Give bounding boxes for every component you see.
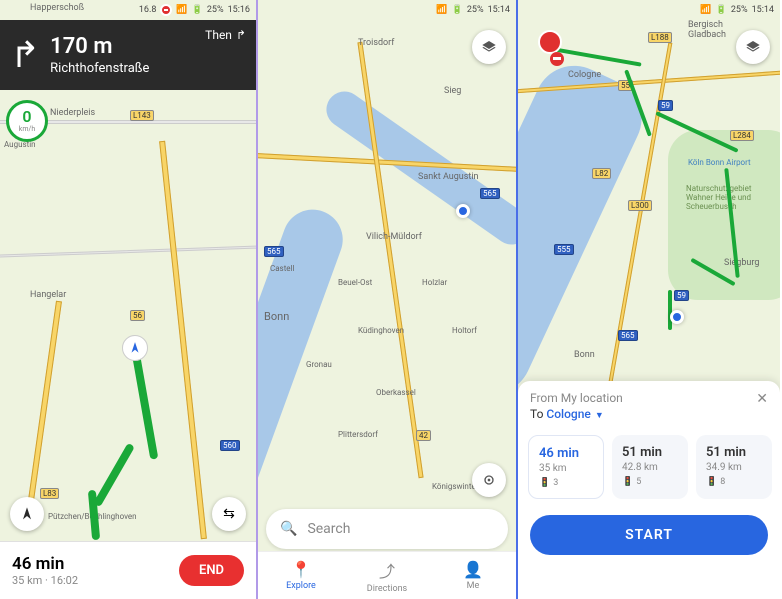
locate-me-button[interactable] [472,463,506,497]
map-label: Sankt Augustin [418,172,479,182]
option-duration: 51 min [706,445,762,460]
start-navigation-button[interactable]: START [530,515,768,555]
speed-unit: km/h [19,125,35,133]
next-turn-street: Richthofenstraße [50,61,246,76]
road-shield: 565 [618,330,638,341]
recenter-button[interactable] [10,497,44,531]
map-label: Cologne [568,70,601,80]
then-instruction: Then↱ [205,28,246,42]
nav-tab-explore[interactable]: 📍 Explore [258,552,344,599]
search-icon: 🔍 [280,521,297,537]
turn-right-icon: ↱ [10,37,40,73]
map-label: Hangelar [30,290,66,300]
map-label: Sieg [444,86,461,96]
speed-indicator: 0 km/h [6,100,48,142]
option-duration: 51 min [622,445,678,460]
route-options-button[interactable]: ⇆ [212,497,246,531]
road-shield: 42 [416,430,431,441]
map-label: Plittersdorf [338,430,378,439]
route-sheet[interactable]: From My location To Cologne▼ ✕ 46 min 35… [518,381,780,599]
nav-tab-me[interactable]: 👤 Me [430,552,516,599]
map-label: Bonn [574,350,595,360]
map-label: Küdinghoven [358,326,404,335]
trip-summary-bar[interactable]: 46 min 35 km · 16:02 END [0,541,256,599]
option-duration: 46 min [539,446,593,461]
search-placeholder: Search [307,521,350,537]
status-bar: 📶🔋25%15:14 [258,0,516,20]
map-label: Köln Bonn Airport [688,158,751,167]
map-label: Siegburg [724,258,759,268]
option-distance: 42.8 km [622,462,678,473]
route-option[interactable]: 51 min 42.8 km 5 [612,435,688,499]
current-location-dot [456,204,470,218]
map-label: Bergisch Gladbach [688,20,726,40]
map-label: Holtorf [452,326,477,335]
map-label: Holzlar [422,278,447,287]
trip-duration: 46 min [12,554,179,574]
route-line [93,443,135,508]
route-planning-panel: Bergisch Gladbach Cologne Köln Bonn Airp… [518,0,780,599]
map-label: Troisdorf [358,38,394,48]
road-shield: 565 [264,246,284,257]
map-label: Vilich-Müldorf [366,232,422,242]
road-shield: L83 [40,488,59,499]
map-label: Gronau [306,360,332,369]
bottom-nav-bar: 📍 Explore ⤴ Directions 👤 Me [258,551,516,599]
end-navigation-button[interactable]: END [179,555,244,586]
map-label: Naturschutzgebiet Wahner Heide und Scheu… [686,184,751,211]
directions-icon: ⤴ [379,558,395,582]
search-bar[interactable]: 🔍 Search [266,509,508,549]
route-from: From My location [530,391,768,405]
trip-distance-eta: 35 km · 16:02 [12,574,179,587]
option-distance: 35 km [539,463,593,474]
road-shield: 560 [220,440,240,451]
map-label: Niederpleis [50,108,95,118]
no-entry-icon [550,52,564,66]
road-shield: L284 [730,130,754,141]
nav-label: Me [467,581,480,591]
profile-icon: 👤 [463,560,483,579]
speed-value: 0 [22,109,31,125]
no-entry-icon [160,4,172,16]
close-button[interactable]: ✕ [756,391,768,407]
option-traffic-lights: 5 [622,477,678,487]
current-location-marker [122,335,148,361]
road-shield: 56 [130,310,145,321]
explore-icon: 📍 [291,560,311,579]
chevron-down-icon: ▼ [595,411,604,421]
map-label: Castell [270,264,294,273]
road-shield: 59 [674,290,689,301]
option-traffic-lights: 8 [706,477,762,487]
option-traffic-lights: 3 [539,478,593,488]
road-shield: L300 [628,200,652,211]
navigation-active-panel: Happerschoß Niederpleis Augustin Hangela… [0,0,258,599]
map-label: Beuel-Ost [338,278,372,287]
destination-marker [538,30,562,54]
nav-tab-directions[interactable]: ⤴ Directions [344,552,430,599]
road-shield: 59 [658,100,673,111]
road-shield: L82 [592,168,611,179]
route-to[interactable]: To Cologne▼ [530,407,768,421]
explore-map-panel: Troisdorf Sieg Sankt Augustin Vilich-Mül… [258,0,518,599]
road-shield: 555 [554,244,574,255]
map-layers-button[interactable] [472,30,506,64]
current-location-dot [670,310,684,324]
map-layers-button[interactable] [736,30,770,64]
status-bar: 📶🔋25%15:14 [518,0,780,20]
route-option[interactable]: 51 min 34.9 km 8 [696,435,772,499]
navigation-instruction-banner[interactable]: ↱ 170 m Richthofenstraße Then↱ [0,20,256,90]
road-shield: 565 [480,188,500,199]
road-shield: L143 [130,110,154,121]
map-label: Oberkassel [376,388,416,397]
route-endpoints[interactable]: From My location To Cologne▼ ✕ [518,381,780,429]
nav-label: Directions [367,584,407,594]
map-label: Bonn [264,310,289,323]
road-shield: L188 [648,32,672,43]
route-options-list: 46 min 35 km 3 51 min 42.8 km 5 51 min 3… [518,429,780,505]
route-option[interactable]: 46 min 35 km 3 [528,435,604,499]
status-bar: 16.8 📶🔋 25% 15:16 [0,0,256,20]
nav-label: Explore [286,581,316,591]
option-distance: 34.9 km [706,462,762,473]
